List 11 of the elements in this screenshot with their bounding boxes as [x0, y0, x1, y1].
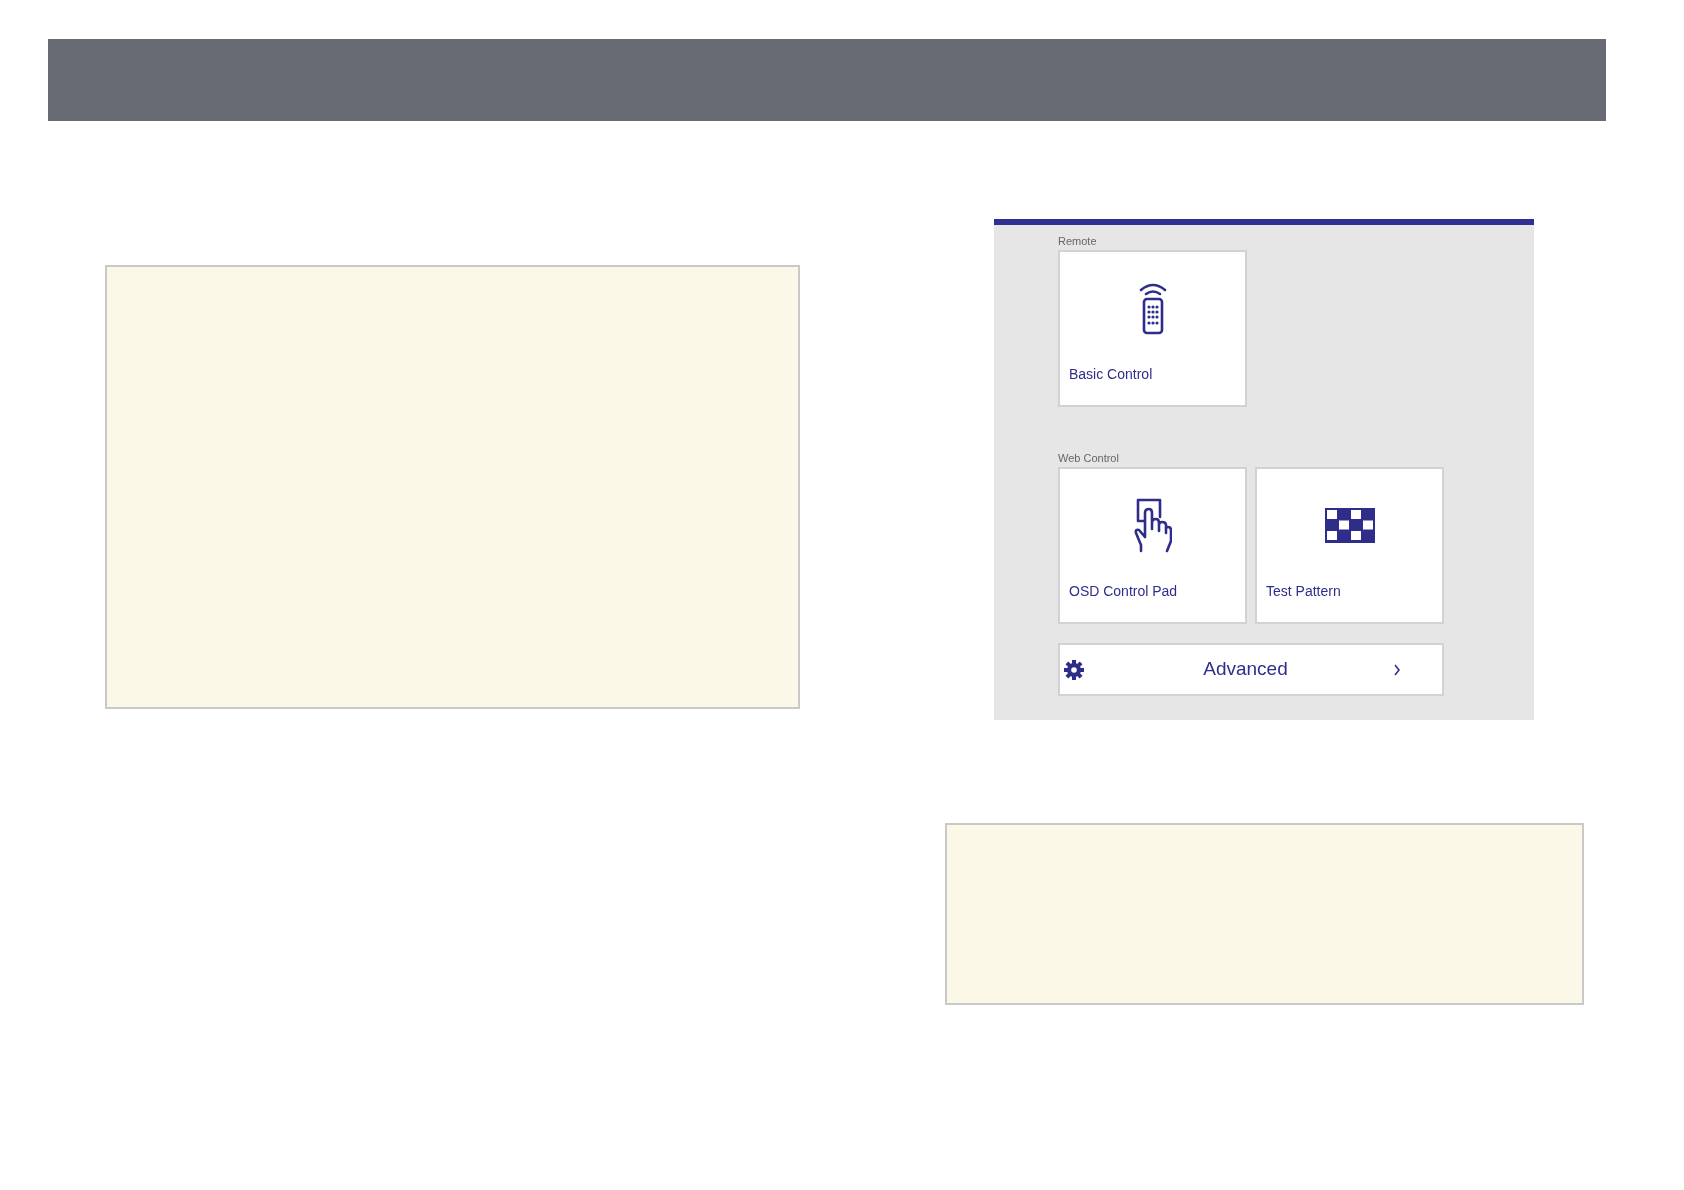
section-label: Remote: [1058, 234, 1097, 248]
menu-tile[interactable]: Basic Control: [1058, 250, 1247, 407]
section-label: Web Control: [1058, 451, 1119, 465]
menu-tile[interactable]: OSD Control Pad: [1058, 467, 1247, 624]
checkerboard-icon: [1324, 507, 1375, 543]
chevron-right-icon: [1394, 663, 1400, 676]
advanced-row[interactable]: Advanced: [1058, 643, 1444, 696]
hand-touch-icon: [1133, 497, 1172, 553]
remote-control-icon: [1137, 281, 1168, 335]
settings-icon: [1064, 659, 1084, 680]
menu-tile[interactable]: Test Pattern: [1255, 467, 1444, 624]
